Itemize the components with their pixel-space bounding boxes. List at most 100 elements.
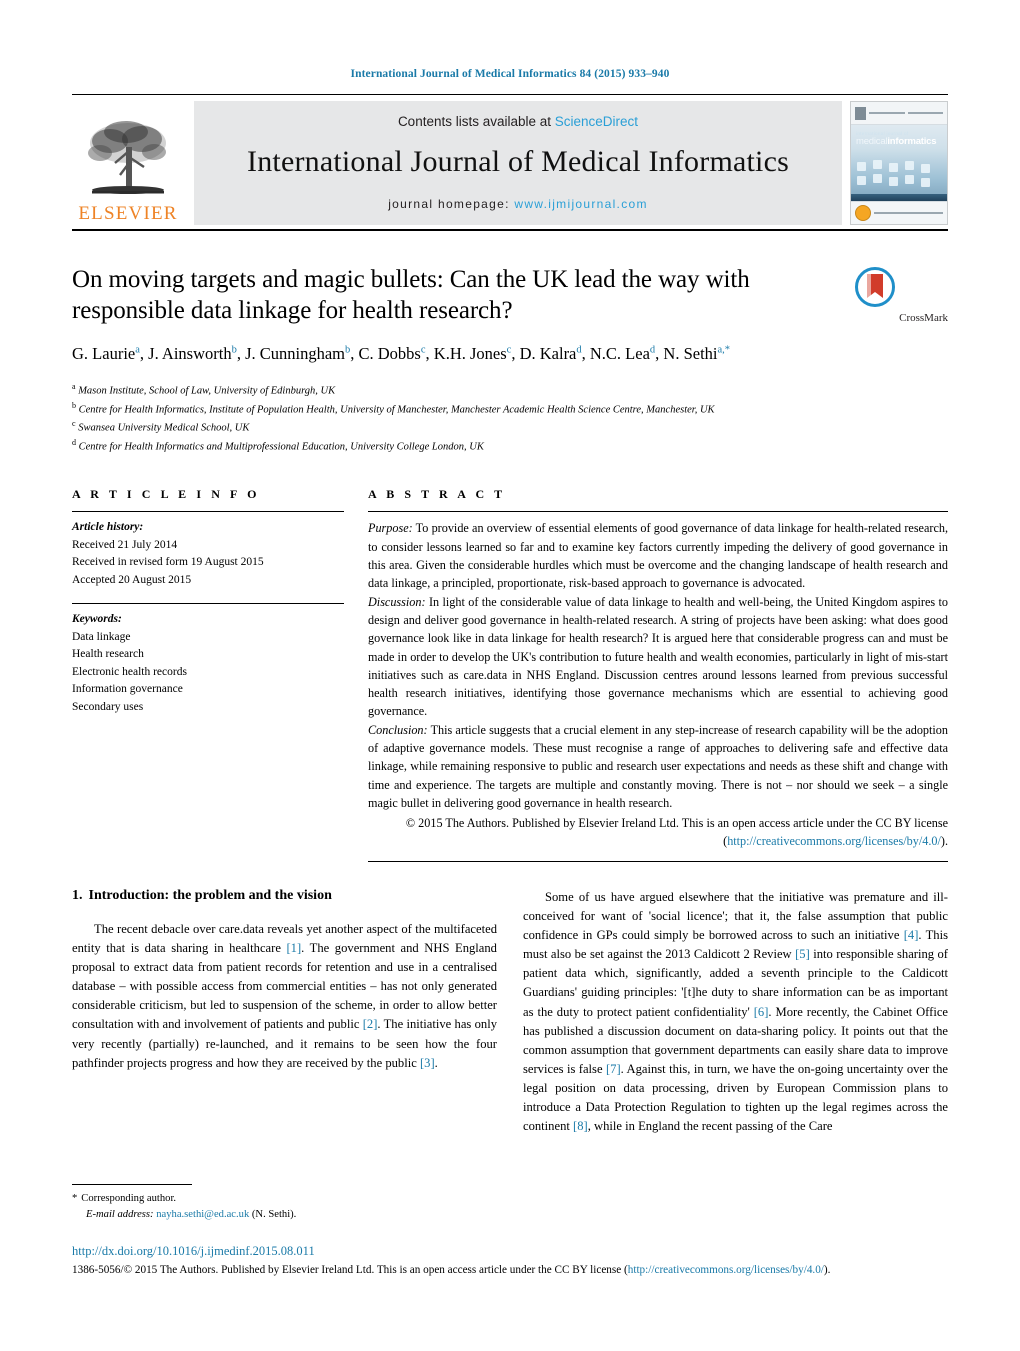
author-affiliation-marker: c xyxy=(506,344,512,356)
abstract-conclusion-text: This article suggests that a crucial ele… xyxy=(368,722,948,810)
citation-link[interactable]: [8] xyxy=(573,1119,588,1133)
crossmark-label: CrossMark xyxy=(899,312,948,325)
cover-title-word-b: informatics xyxy=(887,135,937,147)
keyword-item: Health research xyxy=(72,648,144,661)
cc-license-link[interactable]: http://creativecommons.org/licenses/by/4… xyxy=(727,834,941,848)
banner-center: Contents lists available at ScienceDirec… xyxy=(194,101,842,225)
abstract-conclusion: Conclusion: This article suggests that a… xyxy=(368,721,948,812)
corresponding-author-line: * Corresponding author. xyxy=(72,1191,502,1207)
author-affiliation-marker: d xyxy=(576,344,582,356)
author-affiliation-marker: a xyxy=(135,344,140,356)
keywords-block: Keywords: Data linkage Health research Ele… xyxy=(72,603,344,716)
crossmark-badge-group[interactable]: CrossMark xyxy=(840,265,948,365)
email-label: E-mail address: xyxy=(86,1209,154,1221)
footer-cc-license-link[interactable]: http://creativecommons.org/licenses/by/4… xyxy=(628,1264,824,1276)
body-column-left: 1. Introduction: the problem and the visi… xyxy=(72,888,497,1137)
journal-homepage-line: journal homepage: www.ijmijournal.com xyxy=(388,197,648,211)
footnote-rule xyxy=(72,1184,192,1186)
sciencedirect-link[interactable]: ScienceDirect xyxy=(555,114,638,129)
cover-rule xyxy=(869,112,905,114)
citation-link[interactable]: [7] xyxy=(606,1062,621,1076)
footnote-star-marker: * xyxy=(72,1193,78,1205)
affiliation-item: c Swansea University Medical School, UK xyxy=(72,419,250,434)
contents-available-line: Contents lists available at ScienceDirec… xyxy=(398,114,638,129)
keyword-item: Information governance xyxy=(72,683,183,696)
keyword-items: Data linkage Health research Electronic he… xyxy=(72,629,344,716)
citation-link[interactable]: [4] xyxy=(904,928,919,942)
abstract-body: Purpose: To provide an overview of essen… xyxy=(368,519,948,812)
abstract-heading: A B S T R A C T xyxy=(368,487,506,502)
citation-link[interactable]: [5] xyxy=(795,947,810,961)
cover-bottombar xyxy=(851,201,947,224)
affiliation-marker: d xyxy=(72,437,76,447)
page-title: On moving targets and magic bullets: Can… xyxy=(72,266,750,324)
issn-copyright-line: 1386-5056/© 2015 The Authors. Published … xyxy=(72,1263,948,1279)
affiliation-marker: c xyxy=(72,419,76,429)
homepage-url-link[interactable]: www.ijmijournal.com xyxy=(514,197,647,211)
citation-link[interactable]: [3] xyxy=(420,1056,435,1070)
abstract-purpose-label: Purpose: xyxy=(368,521,413,536)
author-affiliation-marker: b xyxy=(345,344,351,356)
citation-link[interactable]: [2] xyxy=(363,1017,378,1031)
journal-article-page: International Journal of Medical Informa… xyxy=(0,0,1020,1351)
journal-cover-thumbnail: international journal of medicalinformat… xyxy=(850,101,948,225)
running-head: International Journal of Medical Informa… xyxy=(350,68,670,80)
author-affiliation-marker: a,* xyxy=(717,344,731,356)
crossmark-icon xyxy=(855,267,896,307)
doi-link[interactable]: http://dx.doi.org/10.1016/j.ijmedinf.201… xyxy=(72,1244,948,1259)
corresponding-email-link[interactable]: nayha.sethi@ed.ac.uk xyxy=(156,1209,249,1220)
abstract-rule-top xyxy=(368,511,948,513)
citation-link[interactable]: [1] xyxy=(286,941,301,955)
title-block: On moving targets and magic bullets: Can… xyxy=(72,265,948,365)
section-title-text: Introduction: the problem and the vision xyxy=(88,887,332,903)
article-history: Article history: Received 21 July 2014 Re… xyxy=(72,519,344,589)
citation-link[interactable]: [6] xyxy=(754,1005,769,1019)
copyright-tail: ). xyxy=(940,834,948,849)
affiliation-marker: b xyxy=(72,400,76,410)
article-history-item: Received in revised form 19 August 2015 xyxy=(72,556,264,569)
elsevier-wordmark: ELSEVIER xyxy=(78,203,178,224)
body-column-right: Some of us have argued elsewhere that th… xyxy=(523,888,948,1137)
section-number: 1. xyxy=(72,887,83,903)
affiliation-item: a Mason Institute, School of Law, Univer… xyxy=(72,382,336,397)
author-affiliation-marker: b xyxy=(231,344,237,356)
author-name: K.H. Jones xyxy=(433,344,507,363)
abstract-column: A B S T R A C T Purpose: To provide an o… xyxy=(368,487,948,862)
body-columns: 1. Introduction: the problem and the visi… xyxy=(72,888,948,1137)
cover-seal-icon xyxy=(855,205,871,221)
keywords-label: Keywords: xyxy=(72,613,122,626)
author-affiliation-marker: c xyxy=(420,344,426,356)
author-name: N. Sethi xyxy=(663,344,718,363)
article-history-item: Received 21 July 2014 xyxy=(72,538,178,551)
keyword-item: Secondary uses xyxy=(72,700,144,713)
journal-banner: ELSEVIER Contents lists available at Sci… xyxy=(72,101,948,225)
author-name: C. Dobbs xyxy=(358,344,421,363)
abstract-conclusion-label: Conclusion: xyxy=(368,722,428,737)
article-history-items: Received 21 July 2014 Received in revised… xyxy=(72,537,344,589)
affiliation-item: b Centre for Health Informatics, Institu… xyxy=(72,400,715,416)
cover-rule xyxy=(907,112,943,114)
abstract-rule-bottom xyxy=(368,860,948,862)
abstract-discussion-text: In light of the considerable value of da… xyxy=(368,594,948,719)
contents-prefix: Contents lists available at xyxy=(397,113,555,129)
author-name: G. Laurie xyxy=(72,344,136,363)
author-name: J. Ainsworth xyxy=(148,344,232,363)
article-info-heading: A R T I C L E I N F O xyxy=(72,487,261,502)
email-attribution: (N. Sethi). xyxy=(251,1209,297,1221)
affiliation-marker: a xyxy=(72,382,76,392)
article-history-item: Accepted 20 August 2015 xyxy=(72,573,192,586)
cover-title: international journal of medicalinformat… xyxy=(856,131,942,147)
corresponding-author-footnote: * Corresponding author. E-mail address: n… xyxy=(72,1184,502,1223)
journal-title: International Journal of Medical Informa… xyxy=(247,144,789,178)
title-and-authors: On moving targets and magic bullets: Can… xyxy=(72,265,840,365)
elsevier-logo: ELSEVIER xyxy=(72,101,184,225)
issn-tail: ). xyxy=(823,1264,831,1277)
abstract-copyright: © 2015 The Authors. Published by Elsevie… xyxy=(368,814,948,851)
cover-title-word-a: medical xyxy=(856,135,888,147)
abstract-purpose: Purpose: To provide an overview of essen… xyxy=(368,519,948,592)
cover-rule xyxy=(874,212,943,214)
cover-light-grid xyxy=(851,160,947,190)
cover-publisher-mark-icon xyxy=(855,106,866,120)
info-abstract-row: A R T I C L E I N F O Article history: R… xyxy=(72,487,948,862)
article-info-column: A R T I C L E I N F O Article history: R… xyxy=(72,487,344,861)
